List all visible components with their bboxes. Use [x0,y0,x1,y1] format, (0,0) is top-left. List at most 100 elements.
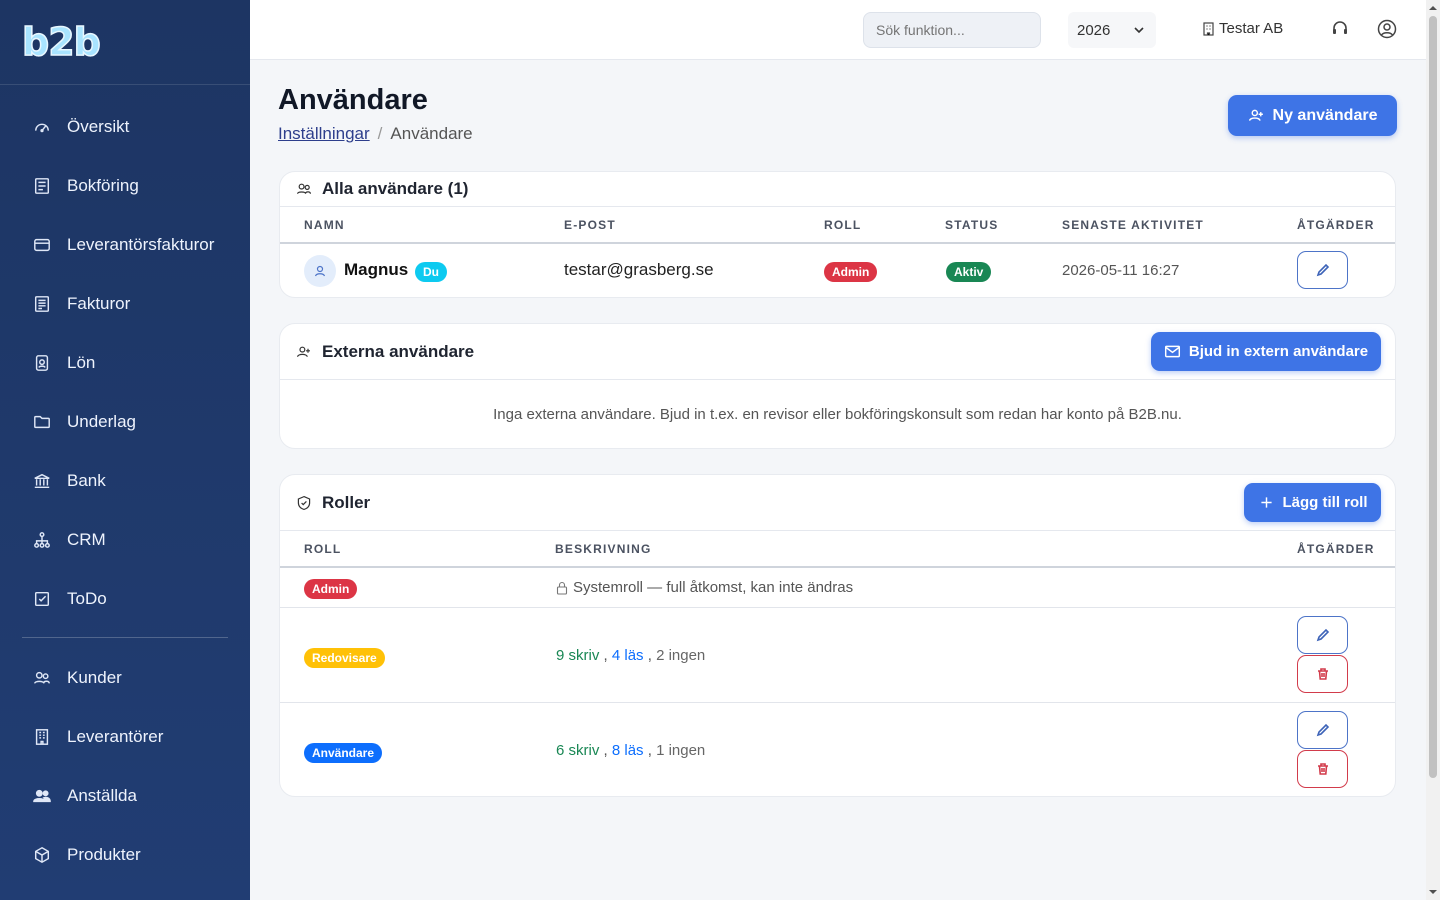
column-header-actions: ÅTGÄRDER [1297,542,1375,556]
scroll-up-icon[interactable] [1429,4,1437,12]
delete-role-button[interactable] [1297,655,1348,693]
edit-role-button[interactable] [1297,616,1348,654]
team-icon [33,787,51,805]
edit-role-button[interactable] [1297,711,1348,749]
ledger-icon [33,177,51,195]
logo[interactable]: b2b [0,0,250,85]
scrollbar[interactable] [1426,0,1440,900]
add-role-button[interactable]: Lägg till roll [1244,483,1381,522]
sidebar-item-leverantorer[interactable]: Leverantörer [0,707,250,766]
sidebar-item-label: Kunder [67,667,122,687]
sidebar-item-label: Bokföring [67,175,139,195]
pencil-icon [1316,723,1329,737]
logo-text: b2b [21,19,101,65]
year-value: 2026 [1077,21,1111,39]
box-icon [33,846,51,864]
edit-user-button[interactable] [1297,251,1348,289]
empty-state-text: Inga externa användare. Bjud in t.ex. en… [493,406,1182,423]
shield-icon [297,495,311,510]
card-header: Roller [280,475,1395,531]
user-icon [314,265,326,277]
write-count: 9 skriv [556,647,600,664]
sidebar-item-label: Produkter [67,844,141,864]
read-count: 4 läs [611,647,644,664]
sidebar-item-crm[interactable]: CRM [0,510,250,569]
trash-icon [1317,763,1328,775]
breadcrumb-separator: / [377,124,383,143]
external-users-card: Externa användare Bjud in extern använda… [279,323,1396,449]
user-circle-icon[interactable] [1377,19,1397,39]
sidebar-item-leverantorsfakturor[interactable]: Leverantörsfakturor [0,215,250,274]
role-badge: Admin [824,262,878,282]
page-title: Användare [278,84,428,116]
role-badge-anvandare: Användare [304,743,383,763]
sidebar-item-label: Leverantörer [67,726,164,746]
sidebar-item-label: Lön [67,352,96,372]
sidebar-item-bokforing[interactable]: Bokföring [0,156,250,215]
role-badge-redovisare: Redovisare [304,648,385,668]
role-badge-admin: Admin [304,579,358,599]
sidebar-item-oversikt[interactable]: Översikt [0,97,250,156]
sidebar-item-fakturor[interactable]: Fakturor [0,274,250,333]
sidebar-item-label: Översikt [67,116,130,136]
trash-icon [1317,668,1328,680]
header-divider [280,242,1395,244]
sidebar-item-label: Anställda [67,785,137,805]
sidebar-nav: Översikt Bokföring Leverantörsfakturor F… [0,85,250,628]
breadcrumb-current: Användare [390,124,473,143]
sidebar: b2b Översikt Bokföring Leverantörsfaktur… [0,0,250,900]
user-email: testar@grasberg.se [564,260,714,279]
topbar: 2026 Testar AB [250,0,1426,60]
delete-role-button[interactable] [1297,750,1348,788]
credit-card-icon [33,236,51,254]
row-divider [280,702,1395,703]
year-select[interactable]: 2026 [1068,12,1156,48]
column-header-actions: ÅTGÄRDER [1297,218,1375,232]
role-description: Systemroll — full åtkomst, kan inte ändr… [556,579,853,596]
invoice-icon [33,295,51,313]
sidebar-item-produkter[interactable]: Produkter [0,825,250,884]
bank-icon [33,472,51,490]
column-header-role: ROLL [824,218,862,232]
sidebar-item-lon[interactable]: Lön [0,333,250,392]
card-title: Roller [322,492,371,512]
hierarchy-icon [33,531,51,549]
search-input[interactable] [863,12,1041,48]
headset-icon[interactable] [1330,19,1350,39]
sidebar-item-underlag[interactable]: Underlag [0,392,250,451]
none-count: 2 ingen [656,647,706,664]
column-header-name: NAMN [304,218,345,232]
sidebar-item-label: Fakturor [67,293,131,313]
new-user-label: Ny användare [1272,106,1378,124]
avatar [304,255,336,287]
status-badge: Aktiv [946,262,992,282]
user-plus-icon [297,346,310,357]
lock-icon [556,581,568,595]
mail-icon [1164,345,1180,358]
breadcrumb-link-settings[interactable]: Inställningar [278,124,370,143]
sidebar-item-todo[interactable]: ToDo [0,569,250,628]
role-permissions: 9 skriv , 4 läs , 2 ingen [556,647,706,664]
breadcrumb: Inställningar / Användare [278,124,473,144]
pencil-icon [1316,628,1329,642]
roles-card: Roller Lägg till roll ROLL BESKRIVNING Å… [279,474,1396,797]
invite-external-label: Bjud in extern användare [1188,343,1369,360]
column-header-last-activity: SENASTE AKTIVITET [1062,218,1204,232]
checkbox-icon [33,590,51,608]
sidebar-item-kunder[interactable]: Kunder [0,648,250,707]
chevron-down-icon [1134,27,1144,34]
last-activity: 2026-05-11 16:27 [1062,262,1180,279]
company-selector[interactable]: Testar AB [1202,20,1283,37]
sidebar-divider [22,637,228,638]
role-permissions: 6 skriv , 8 läs , 1 ingen [556,742,706,759]
header-divider [280,566,1395,568]
sidebar-item-anstallda[interactable]: Anställda [0,766,250,825]
invite-external-user-button[interactable]: Bjud in extern användare [1151,332,1381,371]
sidebar-item-bank[interactable]: Bank [0,451,250,510]
all-users-card: Alla användare (1) NAMN E-POST ROLL STAT… [279,171,1396,298]
read-count: 8 läs [611,742,644,759]
new-user-button[interactable]: Ny användare [1228,95,1397,136]
folder-icon [33,413,51,431]
scroll-down-icon[interactable] [1429,888,1437,896]
scrollbar-thumb[interactable] [1429,16,1437,778]
